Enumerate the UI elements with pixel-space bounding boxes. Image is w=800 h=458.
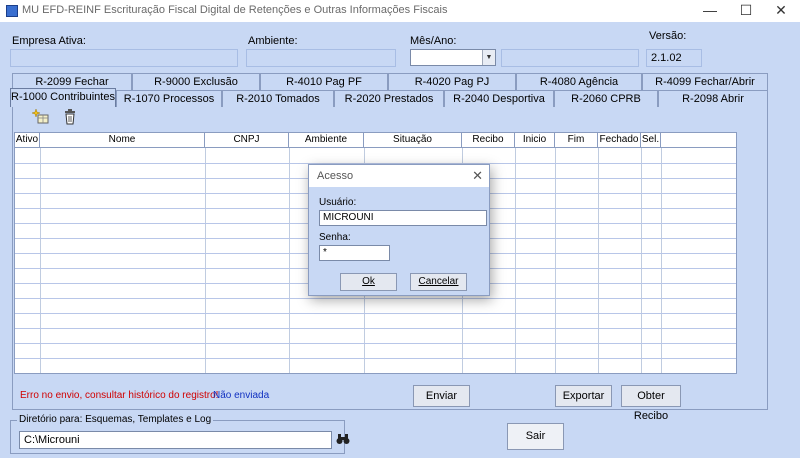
col-cnpj[interactable]: CNPJ — [205, 133, 289, 148]
grid-divider — [205, 148, 206, 373]
add-record-icon[interactable] — [31, 108, 50, 126]
tab-r2010[interactable]: R-2010 Tomados — [222, 90, 334, 107]
col-situacao[interactable]: Situação — [364, 133, 462, 148]
login-dialog: Acesso ✕ Usuário: MICROUNI Senha: * Ok C… — [308, 164, 490, 296]
directory-legend: Diretório para: Esquemas, Templates e Lo… — [17, 414, 214, 425]
dialog-title: Acesso — [317, 170, 354, 182]
enviar-button[interactable]: Enviar — [413, 385, 470, 407]
mesano-label: Mês/Ano: — [410, 35, 457, 47]
grid-divider — [661, 148, 662, 373]
tab-r9000[interactable]: R-9000 Exclusão — [132, 73, 260, 90]
tab-r2020[interactable]: R-2020 Prestados — [334, 90, 444, 107]
usuario-input[interactable]: MICROUNI — [319, 210, 487, 226]
close-window-button[interactable]: ✕ — [766, 0, 796, 22]
empresa-label: Empresa Ativa: — [12, 35, 86, 47]
mesano-extra-field — [501, 49, 639, 67]
grid-row-line — [15, 328, 736, 329]
tab-r4080[interactable]: R-4080 Agência — [516, 73, 642, 90]
directory-input[interactable]: C:\Microuni — [19, 431, 332, 449]
senha-label: Senha: — [319, 232, 351, 243]
col-sel[interactable]: Sel. — [641, 133, 661, 148]
grid-divider — [598, 148, 599, 373]
grid-row-line — [15, 298, 736, 299]
col-ambiente[interactable]: Ambiente — [289, 133, 364, 148]
grid-divider — [289, 148, 290, 373]
exportar-button[interactable]: Exportar — [555, 385, 612, 407]
grid-divider — [40, 148, 41, 373]
versao-field: 2.1.02 — [646, 49, 702, 67]
ok-button[interactable]: Ok — [340, 273, 397, 291]
tab-r4020[interactable]: R-4020 Pag PJ — [388, 73, 516, 90]
maximize-button[interactable]: ☐ — [731, 0, 761, 22]
tab-r2060[interactable]: R-2060 CPRB — [554, 90, 658, 107]
ambiente-field — [246, 49, 396, 67]
cancel-label: Cancelar — [418, 276, 459, 287]
tab-r2040[interactable]: R-2040 Desportiva — [444, 90, 554, 107]
usuario-label: Usuário: — [319, 197, 357, 208]
empresa-field — [10, 49, 238, 67]
col-nome[interactable]: Nome — [40, 133, 205, 148]
chevron-down-icon[interactable]: ▼ — [482, 50, 495, 65]
minimize-button[interactable]: — — [695, 0, 725, 22]
sair-button[interactable]: Sair — [507, 423, 564, 450]
pending-status-text: Não enviada — [213, 390, 270, 401]
binoculars-icon[interactable] — [336, 432, 350, 446]
grid-divider — [515, 148, 516, 373]
versao-label: Versão: — [649, 30, 687, 42]
col-fechado[interactable]: Fechado — [598, 133, 641, 148]
tab-r4099[interactable]: R-4099 Fechar/Abrir — [642, 73, 768, 90]
col-fim[interactable]: Fim — [555, 133, 598, 148]
tab-r1070[interactable]: R-1070 Processos — [116, 90, 222, 107]
window-title: MU EFD-REINF Escrituração Fiscal Digital… — [22, 4, 448, 16]
close-icon[interactable]: ✕ — [472, 168, 483, 184]
grid-header: Ativo Nome CNPJ Ambiente Situação Recibo… — [15, 133, 736, 148]
col-recibo[interactable]: Recibo — [462, 133, 515, 148]
mesano-select[interactable]: ▼ — [410, 49, 496, 66]
grid-row-line — [15, 358, 736, 359]
dialog-title-bar: Acesso ✕ — [309, 165, 489, 187]
grid-row-line — [15, 343, 736, 344]
title-bar: MU EFD-REINF Escrituração Fiscal Digital… — [0, 0, 800, 22]
grid-divider — [555, 148, 556, 373]
tab-r1000[interactable]: R-1000 Contribuintes — [10, 88, 116, 107]
trash-icon[interactable] — [61, 108, 79, 126]
obter-recibo-button[interactable]: Obter Recibo — [621, 385, 681, 422]
tab-r2098[interactable]: R-2098 Abrir — [658, 90, 768, 107]
senha-input[interactable]: * — [319, 245, 390, 261]
cancel-button[interactable]: Cancelar — [410, 273, 467, 291]
error-status-text: Erro no envio, consultar histórico do re… — [20, 390, 219, 401]
col-inicio[interactable]: Inicio — [515, 133, 555, 148]
ok-label: Ok — [362, 276, 375, 287]
grid-row-line — [15, 313, 736, 314]
ambiente-label: Ambiente: — [248, 35, 298, 47]
grid-divider — [641, 148, 642, 373]
app-icon — [6, 5, 18, 17]
directory-group: Diretório para: Esquemas, Templates e Lo… — [10, 414, 350, 454]
col-ativo[interactable]: Ativo — [15, 133, 40, 148]
tab-r4010[interactable]: R-4010 Pag PF — [260, 73, 388, 90]
